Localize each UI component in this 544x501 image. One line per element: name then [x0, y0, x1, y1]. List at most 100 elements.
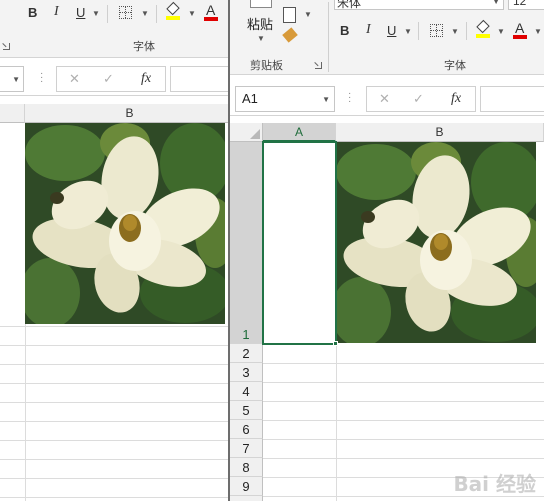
copy-icon[interactable]	[283, 7, 296, 23]
font-color-icon[interactable]: A	[513, 20, 527, 39]
insert-function-button[interactable]: fx	[141, 71, 151, 87]
fill-color-icon[interactable]	[476, 19, 490, 38]
select-all-corner[interactable]	[230, 123, 263, 142]
worksheet-grid: A B 1 2 3 4 5 6 7 8 9	[230, 123, 544, 501]
row-header-6[interactable]: 6	[230, 420, 263, 439]
borders-dropdown-icon[interactable]: ▼	[141, 9, 149, 18]
row-header[interactable]	[230, 496, 263, 501]
insert-function-button[interactable]: fx	[451, 91, 461, 107]
clipboard-group-label: 剪贴板	[250, 60, 283, 72]
bold-button[interactable]: B	[28, 5, 37, 20]
formula-bar: ▼ · · · ✕ ✓ fx	[0, 62, 228, 96]
grid-line	[0, 402, 228, 403]
borders-icon[interactable]	[119, 6, 132, 19]
fill-color-dropdown-icon[interactable]: ▼	[497, 27, 505, 36]
name-box[interactable]: ▼	[0, 66, 24, 92]
grid-line	[263, 420, 544, 421]
baidu-watermark: Bai 经验	[453, 472, 536, 496]
borders-icon[interactable]	[430, 24, 443, 37]
grid-line	[0, 326, 228, 327]
row-header-5[interactable]: 5	[230, 401, 263, 420]
row-header-4[interactable]: 4	[230, 382, 263, 401]
row-header-1[interactable]: 1	[230, 142, 263, 344]
fill-color-icon[interactable]	[166, 1, 180, 20]
formula-input[interactable]	[170, 66, 228, 92]
grid-line	[0, 421, 228, 422]
row-header-8[interactable]: 8	[230, 458, 263, 477]
magnolia-picture[interactable]	[25, 123, 225, 324]
format-painter-icon[interactable]	[282, 27, 298, 43]
italic-button[interactable]: I	[366, 22, 371, 38]
font-size: 12	[513, 0, 527, 8]
column-header-b[interactable]: B	[25, 104, 228, 123]
font-color-icon[interactable]: A	[204, 2, 218, 21]
underline-dropdown-icon[interactable]: ▼	[92, 9, 100, 18]
paste-button[interactable]: 粘贴	[247, 14, 273, 33]
ribbon-separator	[107, 5, 108, 23]
paste-icon[interactable]	[250, 0, 272, 8]
font-group-label: 字体	[133, 41, 155, 53]
underline-button[interactable]: U	[76, 5, 85, 20]
magnolia-flower-image	[336, 142, 536, 343]
column-header[interactable]	[0, 104, 25, 123]
grid-line	[0, 478, 228, 479]
font-name-dropdown-icon[interactable]: ▼	[492, 0, 500, 6]
grid-line	[0, 440, 228, 441]
grid-line	[0, 364, 228, 365]
home-ribbon: 粘贴 ▼ ▼ 剪贴板 宋体 ▼ 12 B I U ▼ ▼ ▼ A ▼ 字体	[230, 0, 544, 75]
italic-button[interactable]: I	[54, 4, 59, 20]
ribbon-separator	[466, 22, 467, 40]
borders-dropdown-icon[interactable]: ▼	[451, 27, 459, 36]
right-excel-window: 粘贴 ▼ ▼ 剪贴板 宋体 ▼ 12 B I U ▼ ▼ ▼ A ▼ 字体 A1…	[230, 0, 544, 501]
formula-bar-grip-icon: · · ·	[348, 88, 352, 107]
dialog-launcher-icon[interactable]	[3, 43, 10, 50]
grid-line	[263, 458, 544, 459]
underline-button[interactable]: U	[387, 23, 396, 38]
name-box-dropdown-icon[interactable]: ▼	[12, 68, 20, 92]
bold-button[interactable]: B	[340, 23, 349, 38]
grid-line	[0, 345, 228, 346]
selected-cell-a1[interactable]	[262, 141, 337, 345]
magnolia-flower-image	[25, 123, 225, 324]
formula-controls: ✕ ✓ fx	[366, 86, 476, 112]
clipboard-launcher-icon[interactable]	[315, 62, 322, 69]
font-color-letter: A	[206, 2, 216, 18]
row-header-9[interactable]: 9	[230, 477, 263, 496]
name-box-dropdown-icon[interactable]: ▼	[322, 88, 330, 112]
worksheet-grid: B	[0, 104, 228, 501]
grid-line	[0, 459, 228, 460]
font-group-label: 字体	[444, 60, 466, 72]
font-color-dropdown-icon[interactable]: ▼	[534, 27, 542, 36]
grid-line	[263, 439, 544, 440]
formula-bar-grip-icon: · · ·	[40, 68, 44, 87]
font-name-box[interactable]: 宋体 ▼	[334, 0, 504, 10]
cancel-icon[interactable]: ✕	[379, 91, 390, 107]
row-header-2[interactable]: 2	[230, 344, 263, 363]
font-size-box[interactable]: 12	[508, 0, 544, 10]
name-box[interactable]: A1 ▼	[235, 86, 335, 112]
row-header-3[interactable]: 3	[230, 363, 263, 382]
grid-line	[0, 383, 228, 384]
grid-line	[263, 382, 544, 383]
copy-dropdown-icon[interactable]: ▼	[304, 10, 312, 19]
ribbon-separator	[418, 22, 419, 40]
column-header-a[interactable]: A	[263, 123, 336, 142]
font-name: 宋体	[337, 0, 362, 10]
column-header-b[interactable]: B	[336, 123, 544, 142]
grid-line	[263, 401, 544, 402]
magnolia-picture[interactable]	[336, 142, 536, 343]
enter-icon[interactable]: ✓	[103, 71, 114, 87]
underline-dropdown-icon[interactable]: ▼	[404, 27, 412, 36]
enter-icon[interactable]: ✓	[413, 91, 424, 107]
paste-dropdown-icon[interactable]: ▼	[257, 34, 265, 43]
fill-handle[interactable]	[333, 341, 338, 346]
ribbon-separator	[328, 2, 329, 72]
name-box-value: A1	[242, 91, 258, 106]
row-header-7[interactable]: 7	[230, 439, 263, 458]
cancel-icon[interactable]: ✕	[69, 71, 80, 87]
formula-input[interactable]	[480, 86, 544, 112]
fill-color-dropdown-icon[interactable]: ▼	[188, 9, 196, 18]
font-color-letter: A	[515, 20, 525, 36]
formula-controls: ✕ ✓ fx	[56, 66, 166, 92]
left-excel-window: B I U ▼ ▼ ▼ A 字体 ▼ · · · ✕ ✓ fx B	[0, 0, 228, 501]
